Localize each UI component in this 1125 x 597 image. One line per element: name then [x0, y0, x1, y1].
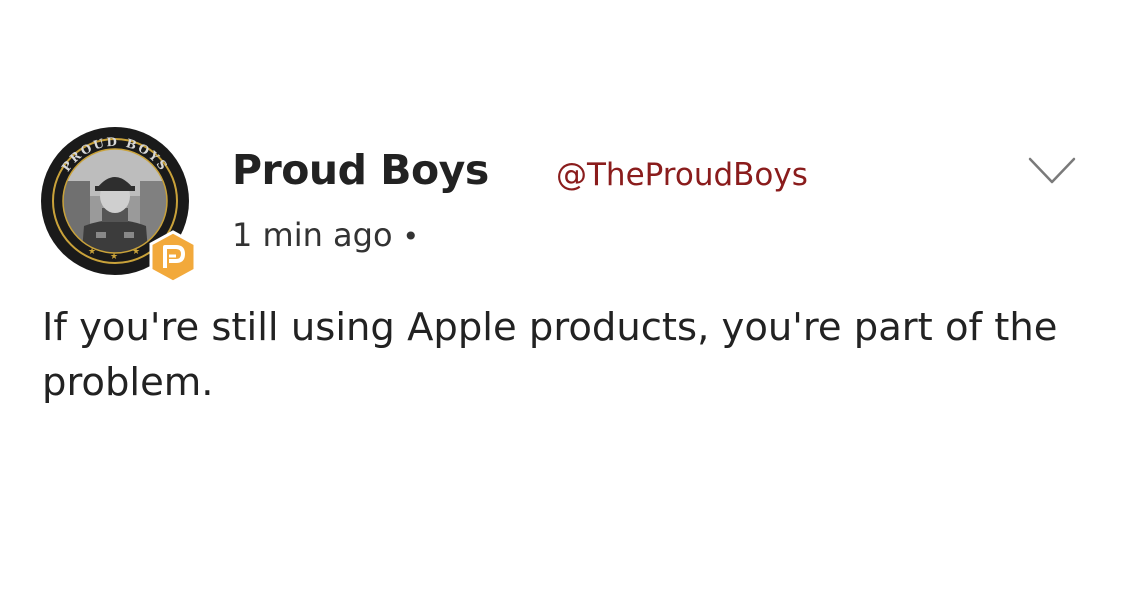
chevron-down-icon[interactable]	[1028, 156, 1076, 186]
post-timestamp: 1 min ago	[232, 216, 393, 254]
svg-text:★: ★	[110, 252, 118, 262]
author-avatar[interactable]: PROUD BOYS ★ ★ ★	[40, 126, 200, 286]
meta-separator: •	[402, 220, 420, 253]
svg-text:★: ★	[132, 247, 140, 257]
post-card: PROUD BOYS ★ ★ ★ Proud Boys @TheProudBoy…	[0, 0, 1125, 597]
parler-badge-icon	[149, 230, 197, 284]
author-handle[interactable]: @TheProudBoys	[556, 157, 808, 193]
post-body: If you're still using Apple products, yo…	[42, 305, 1058, 405]
post-meta: 1 min ago •	[232, 216, 419, 254]
author-name[interactable]: Proud Boys	[232, 146, 489, 194]
svg-text:★: ★	[88, 247, 96, 257]
